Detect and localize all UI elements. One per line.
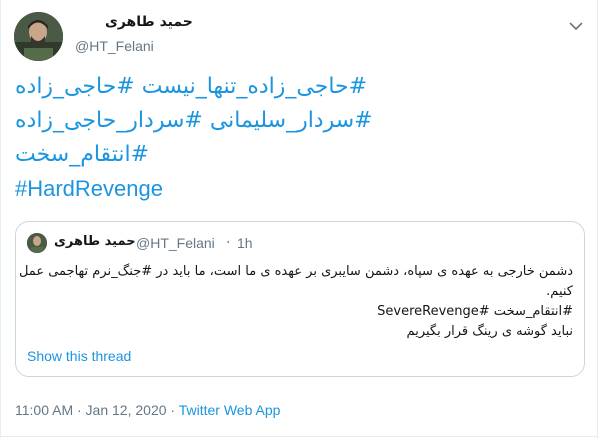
tweet-meta: 11:00 AM · Jan 12, 2020 · Twitter Web Ap…	[15, 402, 280, 418]
tweet-text: #حاجی_زاده_تنها_نیست #حاجی_زاده #سردار_س…	[15, 70, 415, 206]
hashtag-line[interactable]: #حاجی_زاده_تنها_نیست #حاجی_زاده	[15, 70, 415, 104]
hashtag-line[interactable]: #سردار_سلیمانی #سردار_حاجی_زاده	[15, 104, 415, 138]
show-thread-link[interactable]: Show this thread	[27, 348, 131, 364]
quoted-text-line: نباید گوشه ی رینگ قرار بگیریم	[406, 324, 573, 339]
quoted-text-line: #انتقام_سخت #SevereRevenge	[377, 304, 573, 319]
quoted-tweet[interactable]: حمید طاهری @HT_Felani · 1h دشمن خارجی به…	[15, 221, 585, 377]
divider	[1, 436, 598, 437]
quoted-tweet-text: دشمن خارجی به عهده ی سپاه، دشمن سایبری ب…	[18, 262, 573, 342]
avatar[interactable]	[14, 12, 63, 61]
author-name[interactable]: حمید طاهری	[105, 14, 193, 30]
quoted-timestamp[interactable]: 1h	[237, 235, 253, 251]
quoted-text-line: کنیم.	[546, 284, 573, 299]
hashtag-line[interactable]: #HardRevenge	[15, 172, 415, 206]
tweet-card: حمید طاهری @HT_Felani #حاجی_زاده_تنها_نی…	[0, 0, 598, 438]
chevron-down-icon[interactable]	[569, 16, 583, 31]
quoted-avatar[interactable]	[27, 233, 47, 253]
author-handle[interactable]: @HT_Felani	[75, 38, 154, 54]
quoted-text-line: دشمن خارجی به عهده ی سپاه، دشمن سایبری ب…	[18, 264, 573, 279]
source-app-link[interactable]: Twitter Web App	[179, 402, 281, 418]
quoted-author-handle[interactable]: @HT_Felani	[136, 235, 215, 251]
hashtag-line[interactable]: #انتقام_سخت	[15, 138, 415, 172]
dot-separator: ·	[226, 235, 231, 251]
quoted-author-name[interactable]: حمید طاهری	[54, 234, 136, 249]
tweet-timestamp[interactable]: 11:00 AM · Jan 12, 2020 ·	[15, 402, 175, 418]
